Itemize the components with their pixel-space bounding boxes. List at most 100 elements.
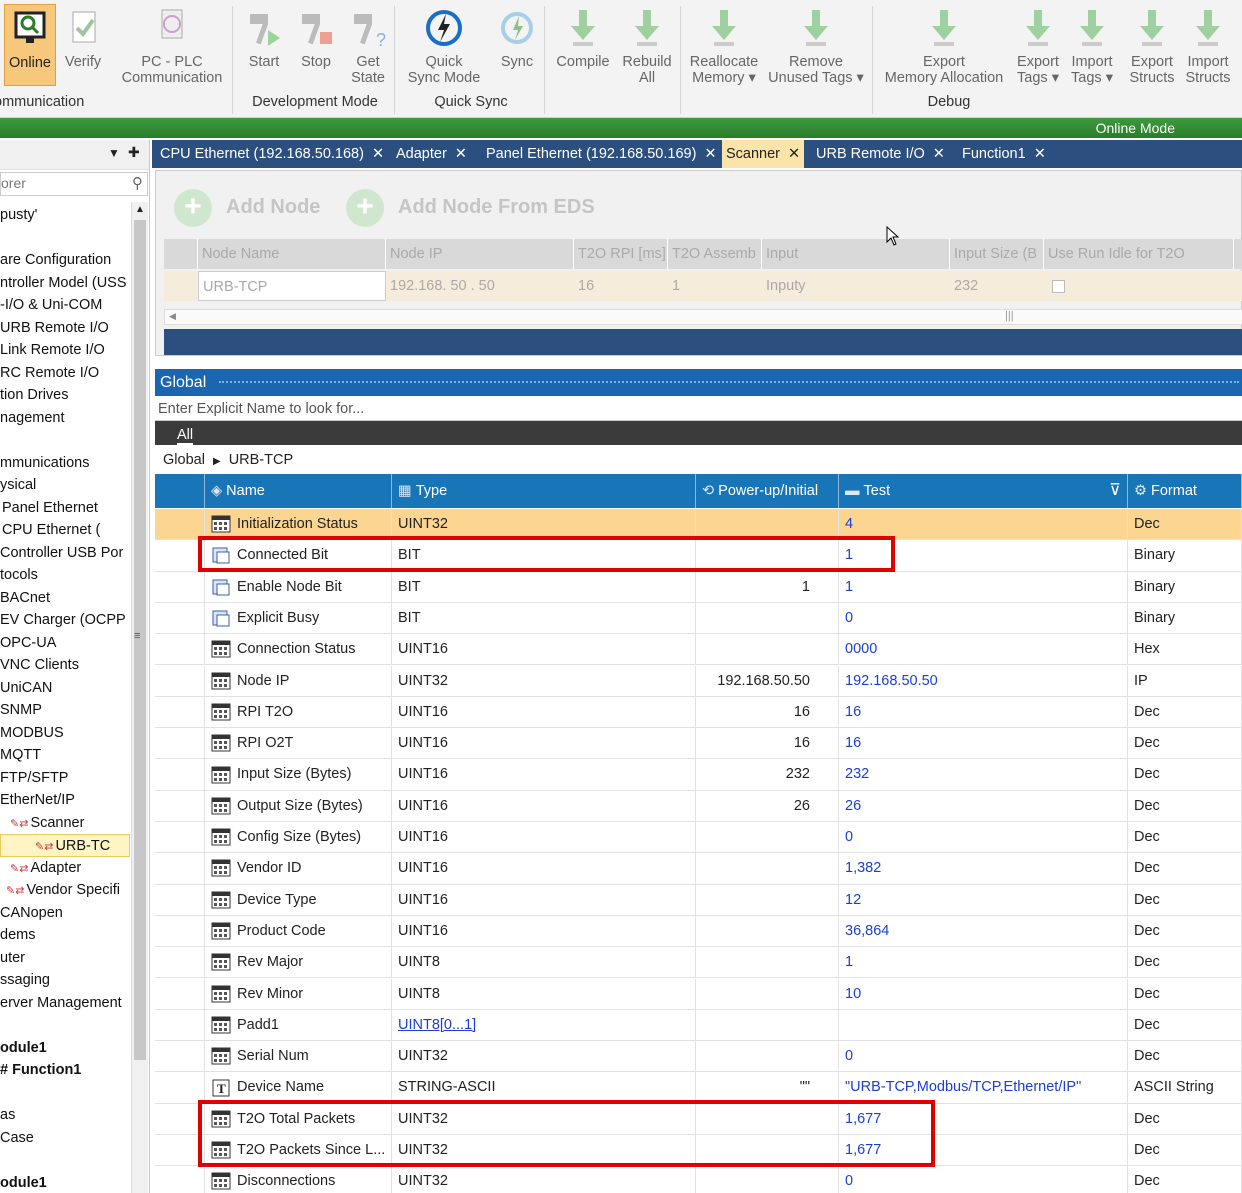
table-row[interactable]: Enable Node Bit BIT 1 1 Binary — [155, 571, 1242, 603]
tree-item[interactable]: RC Remote I/O — [0, 362, 130, 385]
tree-item[interactable]: Case — [0, 1127, 130, 1150]
ribbon-button-start-hammer[interactable]: Start — [240, 4, 288, 86]
ribbon-button-export-structs[interactable]: Export Structs — [1124, 4, 1180, 86]
table-row[interactable]: RPI O2T UINT16 16 16 Dec — [155, 728, 1242, 760]
tree-item[interactable] — [0, 227, 130, 250]
scroll-up-icon[interactable]: ▲ — [135, 204, 145, 215]
close-icon[interactable]: ✕ — [1034, 146, 1046, 162]
tree-item[interactable]: ntroller Model (USS — [0, 272, 130, 295]
cell-test[interactable]: 1,677 — [839, 1135, 1128, 1166]
cell-test[interactable]: 0000 — [839, 634, 1128, 665]
cell-test[interactable]: 1 — [839, 571, 1128, 602]
cell-test[interactable]: 0 — [839, 822, 1128, 853]
breadcrumb-global[interactable]: Global — [163, 452, 205, 468]
cell-test[interactable]: 1 — [839, 947, 1128, 978]
tab-function1[interactable]: Function1 ✕ — [958, 140, 1050, 168]
tree-item[interactable]: SNMP — [0, 699, 130, 722]
close-icon[interactable]: ✕ — [455, 146, 467, 162]
table-row[interactable]: Product Code UINT16 36,864 Dec — [155, 915, 1242, 948]
table-row[interactable]: Rev Minor UINT8 10 Dec — [155, 978, 1242, 1010]
tree-item[interactable] — [0, 429, 130, 452]
node-cell[interactable] — [1234, 271, 1242, 301]
node-cell[interactable]: 232 — [950, 271, 1044, 301]
tree-item[interactable]: EtherNet/IP — [0, 789, 130, 812]
ribbon-button-export-tags[interactable]: Export Tags ▾ — [1012, 4, 1064, 86]
table-row[interactable]: T Device Name STRING-ASCII "" "URB-TCP,Modbu… — [155, 1072, 1242, 1104]
grid-column-header[interactable]: ▦ Type — [392, 474, 696, 508]
tree-item[interactable]: -I/O & Uni-COM — [0, 294, 130, 317]
node-cell[interactable]: Inputy — [762, 271, 950, 301]
cell-test[interactable]: 232 — [839, 759, 1128, 790]
table-row[interactable]: Explicit Busy BIT 0 Binary — [155, 602, 1242, 635]
node-column-header[interactable]: Use Run Idle for T2O — [1044, 239, 1234, 269]
node-column-header[interactable]: Node IP — [386, 239, 574, 269]
tree-item[interactable]: CANopen — [0, 902, 130, 925]
cell-test[interactable]: 36,864 — [839, 915, 1128, 947]
tree-item[interactable]: ✎⇄ Adapter — [0, 857, 130, 880]
tree-item[interactable] — [0, 1014, 130, 1037]
grid-column-header[interactable]: ◈ Name — [205, 474, 392, 508]
node-cell[interactable] — [164, 271, 198, 301]
table-row[interactable]: Output Size (Bytes) UINT16 26 26 Dec — [155, 790, 1242, 822]
tree-item[interactable]: mmunications — [0, 452, 130, 475]
node-column-header[interactable]: Input Size (B — [950, 239, 1044, 269]
tree-item[interactable]: VNC Clients — [0, 654, 130, 677]
ribbon-button-remove-tags[interactable]: Remove Unused Tags ▾ — [764, 4, 868, 86]
table-row[interactable]: Device Type UINT16 12 Dec — [155, 884, 1242, 916]
table-row[interactable]: T2O Packets Since L... UINT32 1,677 Dec — [155, 1135, 1242, 1167]
cell-test[interactable]: 16 — [839, 728, 1128, 759]
ribbon-button-import-tags[interactable]: Import Tags ▾ — [1066, 4, 1118, 86]
tree-item[interactable]: URB Remote I/O — [0, 317, 130, 340]
cell-test[interactable]: 0 — [839, 1041, 1128, 1072]
explorer-scrollbar[interactable]: ▲ ≡ — [131, 202, 148, 1193]
tree-item[interactable]: ✎⇄ Vendor Specifi — [0, 879, 130, 902]
node-cell[interactable] — [1044, 271, 1234, 301]
tab-cpu[interactable]: CPU Ethernet (192.168.50.168) ✕ — [156, 140, 388, 168]
tree-item[interactable]: MQTT — [0, 744, 130, 767]
node-cell[interactable]: 1 — [668, 271, 762, 301]
cell-test[interactable]: 16 — [839, 696, 1128, 728]
table-row[interactable]: Rev Major UINT8 1 Dec — [155, 947, 1242, 979]
table-row[interactable]: Disconnections UINT32 0 Dec — [155, 1166, 1242, 1193]
tree-item[interactable]: Link Remote I/O — [0, 339, 130, 362]
tree-item[interactable]: tion Drives — [0, 384, 130, 407]
table-row[interactable]: Input Size (Bytes) UINT16 232 232 Dec — [155, 759, 1242, 791]
cell-test[interactable]: "URB-TCP,Modbus/TCP,Ethernet/IP" — [839, 1072, 1128, 1103]
table-row[interactable]: RPI T2O UINT16 16 16 Dec — [155, 696, 1242, 729]
tree-item[interactable]: Panel Ethernet — [0, 497, 130, 520]
cell-test[interactable]: 1,677 — [839, 1103, 1128, 1134]
node-column-header[interactable]: Node Name — [198, 239, 386, 269]
grid-column-header[interactable]: ⚙ Format — [1128, 474, 1242, 508]
tree-item[interactable]: EV Charger (OCPP — [0, 609, 130, 632]
ribbon-button-sync[interactable]: Sync — [492, 4, 542, 86]
ribbon-button-pc-plc[interactable]: PC - PLC Communication — [114, 4, 230, 86]
grid-column-header[interactable]: ⟲ Power-up/Initial — [696, 474, 839, 508]
table-row[interactable]: T2O Total Packets UINT32 1,677 Dec — [155, 1103, 1242, 1135]
dropdown-icon[interactable]: ▼ — [108, 146, 120, 160]
table-row[interactable]: Config Size (Bytes) UINT16 0 Dec — [155, 822, 1242, 854]
tree-item[interactable] — [0, 1149, 130, 1172]
cell-test[interactable]: 10 — [839, 978, 1128, 1009]
grid-column-header[interactable] — [155, 474, 205, 508]
ribbon-button-verify[interactable]: Verify — [58, 4, 108, 86]
cell-test[interactable]: 192.168.50.50 — [839, 665, 1128, 696]
table-row[interactable]: Serial Num UINT32 0 Dec — [155, 1041, 1242, 1073]
tree-item[interactable]: uter — [0, 947, 130, 970]
node-column-header[interactable]: Input — [762, 239, 950, 269]
node-column-header[interactable]: T2O Assemb — [668, 239, 762, 269]
tree-item[interactable]: Controller USB Por — [0, 542, 130, 565]
ribbon-button-rebuild[interactable]: Rebuild All — [618, 4, 676, 86]
table-row[interactable]: Connection Status UINT16 0000 Hex — [155, 634, 1242, 666]
tree-item[interactable]: tocols — [0, 564, 130, 587]
cell-test[interactable]: 1 — [839, 540, 1128, 571]
checkbox-icon[interactable] — [1052, 279, 1065, 293]
tree-item[interactable]: # Function1 — [0, 1059, 130, 1082]
tree-item[interactable]: odule1 — [0, 1172, 130, 1193]
tree-item[interactable]: pusty' — [0, 204, 130, 227]
add-node-button[interactable]: + Add Node — [174, 187, 320, 227]
tab-panel[interactable]: Panel Ethernet (192.168.50.169) ✕ — [482, 140, 721, 168]
node-table-hscrollbar[interactable]: ◀ ||| — [164, 309, 1242, 325]
tree-item[interactable]: ✎⇄ Scanner — [0, 812, 130, 835]
cell-test[interactable]: 0 — [839, 602, 1128, 634]
tree-item[interactable]: ysical — [0, 474, 130, 497]
